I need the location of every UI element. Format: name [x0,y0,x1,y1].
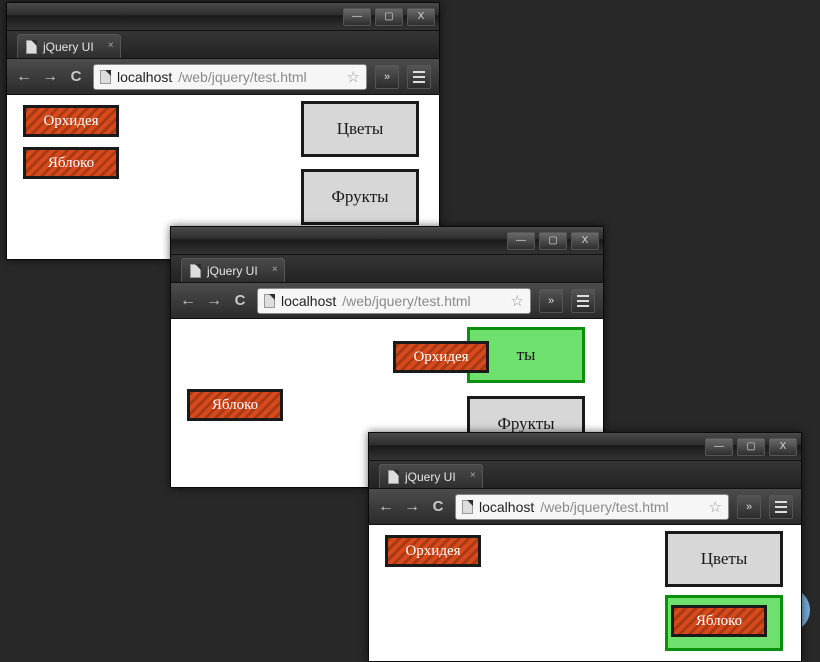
overflow-button[interactable]: » [539,289,563,313]
minimize-button[interactable]: — [705,438,733,456]
drop-zone-label: Фрукты [497,414,554,434]
address-bar[interactable]: localhost/web/jquery/test.html ☆ [455,494,729,520]
minimize-button[interactable]: — [343,8,371,26]
browser-tab[interactable]: jQuery UI × [17,34,121,58]
tabbar: jQuery UI × [369,461,801,489]
address-bar[interactable]: localhost/web/jquery/test.html ☆ [93,64,367,90]
draggable-orchid[interactable]: Орхидея [385,535,481,567]
hamburger-menu-button[interactable] [407,65,431,89]
window-titlebar[interactable]: — ▢ X [7,3,439,31]
hamburger-menu-button[interactable] [769,495,793,519]
bookmark-star-icon[interactable]: ☆ [511,292,524,310]
bookmark-star-icon[interactable]: ☆ [709,498,722,516]
minimize-button[interactable]: — [507,232,535,250]
page-icon [26,40,37,54]
site-icon [264,294,275,308]
tab-title: jQuery UI [43,40,94,54]
reload-button[interactable]: C [429,498,447,516]
tab-title: jQuery UI [405,470,456,484]
draggable-label: Яблоко [696,613,742,630]
close-window-button[interactable]: X [407,8,435,26]
browser-window: — ▢ X jQuery UI × ← → C localhost/web/jq… [368,432,802,662]
url-path: /web/jquery/test.html [540,499,668,515]
browser-tab[interactable]: jQuery UI × [181,258,285,282]
draggable-apple[interactable]: Яблоко [671,605,767,637]
draggable-label: Яблоко [48,155,94,172]
navbar: ← → C localhost/web/jquery/test.html ☆ » [171,283,603,319]
drop-zone-label: Цветы [337,119,384,139]
maximize-button[interactable]: ▢ [539,232,567,250]
browser-tab[interactable]: jQuery UI × [379,464,483,488]
maximize-button[interactable]: ▢ [737,438,765,456]
address-bar[interactable]: localhost/web/jquery/test.html ☆ [257,288,531,314]
draggable-label: Яблоко [212,397,258,414]
bookmark-star-icon[interactable]: ☆ [347,68,360,86]
site-icon [462,500,473,514]
overflow-button[interactable]: » [375,65,399,89]
page-content: ЦветыФруктыОрхидеяЯблоко [369,525,801,661]
drop-zone-fruits[interactable]: Фрукты [301,169,419,225]
navbar: ← → C localhost/web/jquery/test.html ☆ » [7,59,439,95]
back-button[interactable]: ← [15,68,33,86]
reload-button[interactable]: C [67,68,85,86]
drop-zone-flowers[interactable]: Цветы [665,531,783,587]
url-path: /web/jquery/test.html [342,293,470,309]
drop-zone-label: ты [517,345,536,365]
hamburger-menu-button[interactable] [571,289,595,313]
close-window-button[interactable]: X [769,438,797,456]
draggable-apple[interactable]: Яблоко [187,389,283,421]
forward-button[interactable]: → [41,68,59,86]
draggable-label: Орхидея [413,349,468,366]
browser-window: — ▢ X jQuery UI × ← → C localhost/web/jq… [6,2,440,260]
draggable-orchid[interactable]: Орхидея [393,341,489,373]
url-host: localhost [479,499,534,515]
page-icon [388,470,399,484]
maximize-button[interactable]: ▢ [375,8,403,26]
overflow-button[interactable]: » [737,495,761,519]
draggable-label: Орхидея [43,113,98,130]
url-host: localhost [117,69,172,85]
back-button[interactable]: ← [179,292,197,310]
draggable-apple[interactable]: Яблоко [23,147,119,179]
back-button[interactable]: ← [377,498,395,516]
tab-title: jQuery UI [207,264,258,278]
url-host: localhost [281,293,336,309]
close-window-button[interactable]: X [571,232,599,250]
site-icon [100,70,111,84]
window-titlebar[interactable]: — ▢ X [171,227,603,255]
tabbar: jQuery UI × [7,31,439,59]
tabbar: jQuery UI × [171,255,603,283]
page-icon [190,264,201,278]
close-tab-icon[interactable]: × [470,470,476,481]
draggable-label: Орхидея [405,543,460,560]
reload-button[interactable]: C [231,292,249,310]
drop-zone-flowers[interactable]: Цветы [301,101,419,157]
drop-zone-label: Цветы [701,549,748,569]
forward-button[interactable]: → [205,292,223,310]
window-titlebar[interactable]: — ▢ X [369,433,801,461]
url-path: /web/jquery/test.html [178,69,306,85]
close-tab-icon[interactable]: × [272,264,278,275]
forward-button[interactable]: → [403,498,421,516]
drop-zone-label: Фрукты [331,187,388,207]
draggable-orchid[interactable]: Орхидея [23,105,119,137]
navbar: ← → C localhost/web/jquery/test.html ☆ » [369,489,801,525]
close-tab-icon[interactable]: × [108,40,114,51]
